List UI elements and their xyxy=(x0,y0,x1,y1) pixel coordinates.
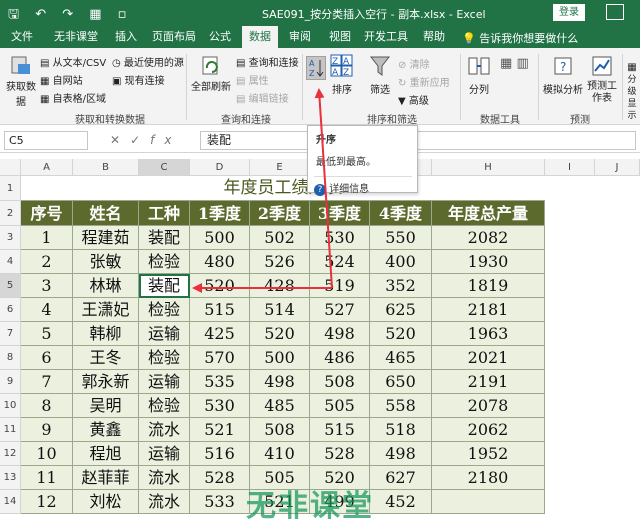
arrow-to-sort-button xyxy=(314,88,333,289)
watermark-logo: 无非课堂 xyxy=(246,489,374,524)
annotation-arrows xyxy=(192,88,333,293)
